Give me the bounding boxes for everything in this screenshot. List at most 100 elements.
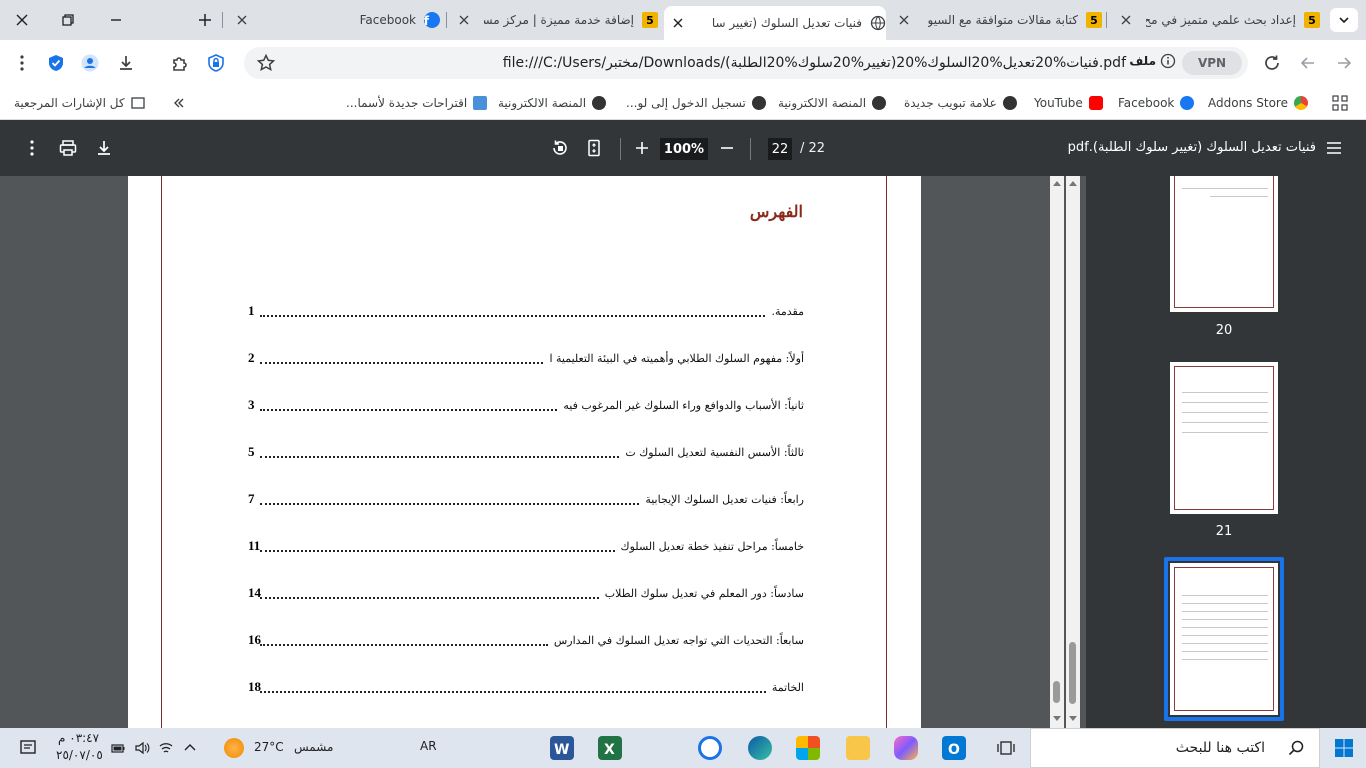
bookmark-item[interactable]: اقتراحات جديدة لأسما... (346, 93, 488, 113)
close-tab-icon[interactable] (456, 12, 472, 28)
scroll-thumb[interactable] (1053, 681, 1060, 703)
tab-facebook[interactable]: f Facebook (230, 8, 440, 32)
info-icon (1160, 53, 1176, 69)
tab-title: إعداد بحث علمي متميز في مح (1146, 13, 1296, 27)
close-window-icon[interactable] (12, 10, 32, 30)
profile-icon[interactable] (80, 53, 100, 73)
page-thumbnail-20[interactable] (1170, 176, 1278, 312)
excel-app-icon[interactable]: X (598, 736, 622, 760)
page-thumbnail-22[interactable] (1170, 563, 1278, 715)
file-chip[interactable]: ملف (1129, 53, 1176, 69)
page-thumbnail-21[interactable] (1170, 362, 1278, 514)
page-number-input[interactable]: 22 (768, 138, 792, 160)
store-app-icon[interactable] (796, 736, 820, 760)
vpn-lock-icon[interactable] (206, 53, 226, 73)
sunny-weather-icon[interactable] (224, 738, 244, 758)
minimize-window-icon[interactable] (106, 10, 126, 30)
bookmark-star-icon[interactable] (256, 53, 276, 73)
scroll-down-arrow-icon[interactable] (1052, 715, 1062, 723)
reload-icon[interactable] (1262, 53, 1282, 73)
globe-icon (872, 96, 887, 110)
outlook-app-icon[interactable]: O (942, 736, 966, 760)
input-language[interactable]: AR (420, 739, 437, 753)
globe-icon (592, 96, 607, 110)
windows-start-icon[interactable] (1334, 738, 1354, 758)
tab-service[interactable]: 5 إضافة خدمة مميزة | مركز مسا (452, 8, 658, 32)
new-tab-icon[interactable] (195, 10, 215, 30)
tab-articles[interactable]: 5 كتابة مقالات متوافقة مع السيو (892, 8, 1102, 32)
extensions-icon[interactable] (170, 53, 190, 73)
svg-text:f: f (424, 14, 430, 28)
chevron-up-icon[interactable] (182, 740, 198, 756)
toc-entry-text: ثانياً: الأسباب والدوافع وراء السلوك غير… (561, 399, 804, 412)
zoom-level-input[interactable]: 100% (660, 138, 708, 160)
apps-grid-icon[interactable] (1332, 95, 1348, 111)
vpn-button[interactable]: VPN (1182, 51, 1242, 75)
bookmark-item[interactable]: علامة تبويب جديدة (904, 93, 1017, 113)
download-icon[interactable] (94, 138, 114, 158)
bookmark-favicon-icon (473, 96, 488, 110)
clock-date[interactable]: ٢٥/٠٧/٠٥ (56, 748, 103, 762)
more-options-icon[interactable] (22, 138, 42, 158)
fit-page-icon[interactable] (584, 138, 604, 158)
clock-time[interactable]: ٠٣:٤٧ م (58, 731, 99, 745)
close-tab-icon[interactable] (896, 12, 912, 28)
wifi-icon[interactable] (158, 740, 174, 756)
rotate-icon[interactable] (550, 138, 570, 158)
address-bar[interactable]: file:///C:/Users/مختبر/Downloads/فنيات%2… (244, 47, 1248, 79)
page-total: / 22 (800, 141, 826, 156)
taskbar-search[interactable]: اكتب هنا للبحث (1030, 728, 1320, 768)
notifications-icon[interactable] (18, 738, 38, 758)
restore-window-icon[interactable] (58, 10, 78, 30)
search-placeholder: اكتب هنا للبحث (1175, 740, 1265, 756)
word-app-icon[interactable]: W (550, 736, 574, 760)
menu-dots-icon[interactable] (12, 53, 32, 73)
toc-entry-text: خامساً: مراحل تنفيذ خطة تعديل السلوك (618, 540, 804, 553)
bookmark-facebook[interactable]: Facebook (1118, 93, 1195, 113)
zoom-in-icon[interactable] (632, 138, 652, 158)
forward-arrow-icon[interactable] (1334, 53, 1354, 73)
chrome-app-icon[interactable] (698, 736, 722, 760)
task-view-icon[interactable] (996, 738, 1016, 758)
toc-row: 2 أولاً: مفهوم السلوك الطلابي وأهميته في … (246, 350, 806, 370)
bookmark-item[interactable]: المنصة الالكترونية (778, 93, 887, 113)
close-tab-icon[interactable] (1118, 12, 1134, 28)
weather-text[interactable]: مشمس (294, 740, 333, 754)
zoom-out-icon[interactable] (717, 138, 737, 158)
toc-entry-text: سادساً: دور المعلم في تعديل سلوك الطلاب (602, 587, 804, 600)
youtube-icon (1088, 96, 1103, 110)
bookmark-item[interactable]: تسجيل الدخول إلى لو... (626, 93, 766, 113)
scroll-up-arrow-icon[interactable] (1068, 179, 1078, 187)
back-arrow-icon[interactable] (1298, 53, 1318, 73)
all-bookmarks-button[interactable]: كل الإشارات المرجعية (14, 93, 145, 113)
print-icon[interactable] (58, 138, 78, 158)
scroll-thumb[interactable] (1069, 642, 1076, 704)
scroll-down-arrow-icon[interactable] (1068, 715, 1078, 723)
close-tab-icon[interactable] (670, 15, 686, 31)
svg-text:X: X (604, 742, 615, 758)
shield-check-icon[interactable] (46, 53, 66, 73)
tab-search-button[interactable] (1330, 8, 1358, 32)
file-explorer-icon[interactable] (846, 736, 870, 760)
battery-icon[interactable] (110, 740, 126, 756)
thumbnail-sidebar: 20 21 (1086, 176, 1366, 728)
viewer-scrollbar[interactable] (1050, 176, 1064, 728)
edge-app-icon[interactable] (748, 736, 772, 760)
download-icon[interactable] (116, 53, 136, 73)
copilot-icon[interactable] (894, 736, 918, 760)
bookmark-item[interactable]: المنصة الالكترونية (498, 93, 607, 113)
close-tab-icon[interactable] (234, 12, 250, 28)
tab-research[interactable]: 5 إعداد بحث علمي متميز في مح (1114, 8, 1320, 32)
chevron-double-left-icon[interactable] (172, 96, 186, 110)
bookmark-youtube[interactable]: YouTube (1034, 93, 1103, 113)
sidebar-menu-icon[interactable] (1324, 138, 1344, 158)
bookmark-addons-store[interactable]: Addons Store (1208, 93, 1308, 113)
tab-pdf-active[interactable]: فنيات تعديل السلوك (تغيير سا (664, 6, 886, 40)
pdf-viewer[interactable]: الفهرس 1 مقدمة. 2 أولاً: مفهوم السلوك الطلا… (0, 176, 1086, 728)
toc-page-number: 1 (248, 303, 255, 318)
weather-temp[interactable]: 27°C (254, 740, 284, 754)
scroll-up-arrow-icon[interactable] (1052, 179, 1062, 187)
toc-leader-dots (260, 356, 543, 364)
volume-icon[interactable] (134, 740, 150, 756)
sidebar-scrollbar[interactable] (1066, 176, 1080, 728)
